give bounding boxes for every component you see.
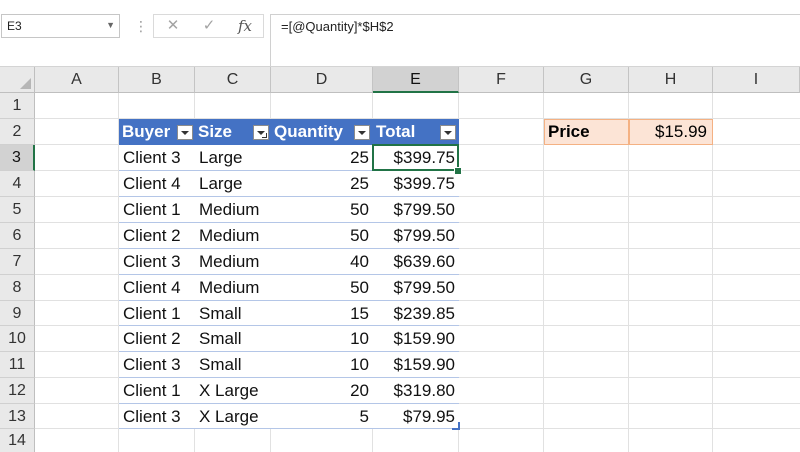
table-cell[interactable]: 10 xyxy=(271,326,373,352)
row-header-11[interactable]: 11 xyxy=(0,352,35,378)
table-cell[interactable]: 50 xyxy=(271,197,373,223)
row-header-9[interactable]: 9 xyxy=(0,301,35,326)
table-cell[interactable]: $639.60 xyxy=(373,249,459,275)
table-cell[interactable]: Client 3 xyxy=(119,249,195,275)
table-header-total: Total xyxy=(373,119,459,145)
table-cell[interactable]: 15 xyxy=(271,301,373,326)
column-header-g[interactable]: G xyxy=(544,67,629,93)
table-cell[interactable]: Client 4 xyxy=(119,275,195,301)
table-cell[interactable]: 40 xyxy=(271,249,373,275)
worksheet-grid[interactable]: A B C D E F G H I 1 2 3 4 5 6 7 8 9 10 1… xyxy=(0,67,800,452)
sort-dropdown-icon[interactable] xyxy=(253,125,269,140)
gridline xyxy=(543,93,544,452)
table-cell[interactable]: 20 xyxy=(271,378,373,404)
gridline xyxy=(628,93,629,452)
table-cell[interactable]: Medium xyxy=(195,197,271,223)
select-all-button[interactable] xyxy=(0,67,35,93)
table-cell[interactable]: Large xyxy=(195,171,271,197)
column-header-f[interactable]: F xyxy=(459,67,544,93)
table-cell[interactable]: $239.85 xyxy=(373,301,459,326)
column-header-i[interactable]: I xyxy=(713,67,800,93)
table-cell[interactable]: $399.75 xyxy=(373,171,459,197)
filter-dropdown-icon[interactable] xyxy=(354,125,370,140)
table-cell[interactable]: Medium xyxy=(195,249,271,275)
column-header-e[interactable]: E xyxy=(373,67,459,93)
table-cell[interactable]: Client 2 xyxy=(119,223,195,249)
column-header-c[interactable]: C xyxy=(195,67,271,93)
table-cell[interactable]: Small xyxy=(195,301,271,326)
name-box-value: E3 xyxy=(7,19,22,33)
table-resize-handle[interactable] xyxy=(452,422,460,430)
table-cell[interactable]: $159.90 xyxy=(373,352,459,378)
table-cell[interactable]: X Large xyxy=(195,378,271,404)
table-cell[interactable]: 10 xyxy=(271,352,373,378)
header-label: Size xyxy=(198,122,233,141)
table-cell[interactable]: $799.50 xyxy=(373,197,459,223)
table-cell[interactable]: Client 1 xyxy=(119,197,195,223)
name-box[interactable]: E3 ▼ xyxy=(1,14,120,38)
column-header-h[interactable]: H xyxy=(629,67,713,93)
table-cell[interactable]: Large xyxy=(195,145,271,171)
table-cell[interactable]: $399.75 xyxy=(373,145,459,171)
formula-input[interactable]: =[@Quantity]*$H$2 xyxy=(270,14,800,66)
gridline xyxy=(712,93,713,452)
table-cell[interactable]: 25 xyxy=(271,171,373,197)
filter-dropdown-icon[interactable] xyxy=(177,125,193,140)
header-label: Buyer xyxy=(122,122,171,141)
formula-bar: E3 ▼ ⋮ ✕ ✓ fx =[@Quantity]*$H$2 xyxy=(0,0,800,67)
table-cell[interactable]: 50 xyxy=(271,223,373,249)
table-cell[interactable]: Small xyxy=(195,326,271,352)
table-cell[interactable]: 25 xyxy=(271,145,373,171)
row-header-14[interactable]: 14 xyxy=(0,429,35,452)
filter-dropdown-icon[interactable] xyxy=(440,125,456,140)
table-cell[interactable]: Client 3 xyxy=(119,352,195,378)
row-header-10[interactable]: 10 xyxy=(0,326,35,352)
table-header-quantity: Quantity xyxy=(271,119,373,145)
table-cell[interactable]: 5 xyxy=(271,404,373,429)
table-cell[interactable]: Medium xyxy=(195,223,271,249)
header-label: Quantity xyxy=(274,122,343,141)
table-cell[interactable]: Medium xyxy=(195,275,271,301)
table-cell[interactable]: $159.90 xyxy=(373,326,459,352)
formula-tools: ✕ ✓ fx xyxy=(153,14,264,38)
table-cell[interactable]: Client 3 xyxy=(119,145,195,171)
formula-text: =[@Quantity]*$H$2 xyxy=(281,19,394,34)
fill-handle[interactable] xyxy=(454,167,462,175)
table-header-buyer: Buyer xyxy=(119,119,195,145)
row-header-7[interactable]: 7 xyxy=(0,249,35,275)
table-cell[interactable]: $799.50 xyxy=(373,275,459,301)
insert-function-icon[interactable]: fx xyxy=(234,17,256,35)
row-header-5[interactable]: 5 xyxy=(0,197,35,223)
row-header-3[interactable]: 3 xyxy=(0,145,35,171)
price-value-cell[interactable]: $15.99 xyxy=(629,119,713,145)
row-header-12[interactable]: 12 xyxy=(0,378,35,404)
chevron-down-icon[interactable]: ▼ xyxy=(106,20,115,30)
header-label: Total xyxy=(376,122,416,141)
table-cell[interactable]: X Large xyxy=(195,404,271,429)
table-cell[interactable]: Client 4 xyxy=(119,171,195,197)
table-cell[interactable]: Client 2 xyxy=(119,326,195,352)
table-header-size: Size xyxy=(195,119,271,145)
row-header-4[interactable]: 4 xyxy=(0,171,35,197)
enter-icon[interactable]: ✓ xyxy=(198,17,220,35)
table-cell[interactable]: Client 3 xyxy=(119,404,195,429)
table-cell[interactable]: $79.95 xyxy=(373,404,459,429)
row-header-8[interactable]: 8 xyxy=(0,275,35,301)
column-header-b[interactable]: B xyxy=(119,67,195,93)
table-cell[interactable]: Client 1 xyxy=(119,378,195,404)
table-cell[interactable]: 50 xyxy=(271,275,373,301)
table-cell[interactable]: Client 1 xyxy=(119,301,195,326)
table-cell[interactable]: $799.50 xyxy=(373,223,459,249)
table-cell[interactable]: Small xyxy=(195,352,271,378)
more-options-icon[interactable]: ⋮ xyxy=(134,14,148,38)
table-cell[interactable]: $319.80 xyxy=(373,378,459,404)
price-label-cell[interactable]: Price xyxy=(544,119,629,145)
row-header-1[interactable]: 1 xyxy=(0,93,35,119)
column-header-d[interactable]: D xyxy=(271,67,373,93)
row-header-6[interactable]: 6 xyxy=(0,223,35,249)
row-header-13[interactable]: 13 xyxy=(0,404,35,429)
column-header-a[interactable]: A xyxy=(35,67,119,93)
row-header-2[interactable]: 2 xyxy=(0,119,35,145)
cancel-icon[interactable]: ✕ xyxy=(162,17,184,35)
